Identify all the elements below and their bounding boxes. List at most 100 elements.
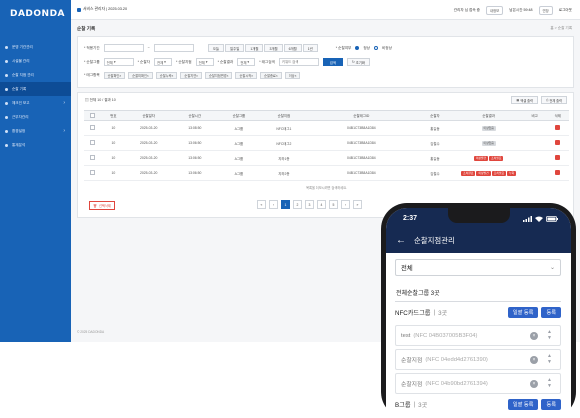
- row-checkbox[interactable]: [90, 170, 96, 175]
- row-checkbox[interactable]: [90, 155, 96, 160]
- sidebar-item-2[interactable]: 순찰 지점 관리: [0, 68, 71, 82]
- cell-no: 10: [101, 135, 126, 151]
- chip-close-icon[interactable]: ×: [119, 74, 121, 78]
- phone-group-select[interactable]: 전체 ⌄: [395, 259, 561, 276]
- reorder-icon[interactable]: ▲ ▼: [547, 353, 552, 365]
- page-button[interactable]: 4: [317, 200, 326, 209]
- bulk-delete-button[interactable]: 🗑 선택삭제: [89, 201, 115, 210]
- point-tag: (NFC 04edd4d2761390): [425, 356, 488, 363]
- sidebar-item-0[interactable]: 운영 기관관리: [0, 40, 71, 54]
- register-button-2[interactable]: 등록: [541, 399, 561, 410]
- page-button[interactable]: ›: [341, 200, 350, 209]
- table-row[interactable]: 10 2025-03-20 13:06:50 A그룹 지하2층 04B1C73B8A1D8…: [84, 165, 569, 181]
- tag-chip[interactable]: 순찰누락 ×: [155, 72, 178, 79]
- tag-chip[interactable]: 순찰시작 ×: [235, 72, 258, 79]
- quick-range-button[interactable]: 1년: [302, 44, 318, 52]
- reorder-icon[interactable]: ▲ ▼: [547, 329, 552, 341]
- phone-point-item[interactable]: test (NFC 04B037005B3F04) × ▲ ▼: [395, 325, 561, 346]
- date-from-input[interactable]: [103, 44, 144, 52]
- row-select-cell: [84, 150, 102, 166]
- table-header-cell: 순찰시간: [172, 110, 218, 121]
- register-button[interactable]: 등록: [541, 307, 561, 318]
- remove-icon[interactable]: ×: [530, 380, 538, 388]
- phone-group2-header: B그룹 | 3곳 일괄 등록 등록: [395, 399, 561, 410]
- tag-chip-label: 순찰누락: [159, 74, 172, 78]
- phone-point-item[interactable]: 순찰지점 (NFC 04edd4d2761390) × ▲ ▼: [395, 349, 561, 370]
- delete-icon[interactable]: [555, 170, 561, 175]
- sidebar-item-3[interactable]: 순찰 기록: [0, 82, 71, 96]
- table-row[interactable]: 10 2025-03-20 13:08:50 A그룹 NFC태그1 04B1C73B8A1…: [84, 120, 569, 136]
- group-select[interactable]: 전체 ▾: [103, 58, 134, 66]
- tag-chip[interactable]: 순찰미확인 ×: [128, 72, 153, 79]
- user-select[interactable]: 전체 ▾: [153, 58, 172, 66]
- page-button[interactable]: 3: [305, 200, 314, 209]
- page-button[interactable]: ‹: [269, 200, 278, 209]
- radio-abnormal[interactable]: [373, 46, 378, 50]
- row-checkbox[interactable]: [90, 125, 96, 130]
- search-input[interactable]: [278, 58, 319, 66]
- tag-chip[interactable]: 순찰확인 ×: [103, 72, 126, 79]
- chip-close-icon[interactable]: ×: [172, 74, 174, 78]
- chip-close-icon[interactable]: ×: [295, 74, 297, 78]
- quick-range-button[interactable]: 3개월: [264, 44, 283, 52]
- sidebar-item-5[interactable]: 근무자관리: [0, 110, 71, 124]
- delete-icon[interactable]: [555, 125, 561, 130]
- remove-icon[interactable]: ×: [530, 332, 538, 340]
- tag-chip[interactable]: 이상 ×: [284, 72, 301, 79]
- quick-range-button[interactable]: 1개월: [245, 44, 264, 52]
- delete-icon[interactable]: [555, 155, 561, 160]
- phone-app-bar: ← 순찰지점관리: [386, 228, 571, 253]
- quick-range-button[interactable]: 일주일: [224, 44, 245, 52]
- back-arrow-icon[interactable]: ←: [396, 235, 406, 246]
- radio-normal[interactable]: [355, 46, 360, 50]
- sidebar-item-6[interactable]: 환경설정 ›: [0, 124, 71, 138]
- table-row[interactable]: 10 2025-03-20 13:06:50 A그룹 NFC태그2 04B1C73B8A1…: [84, 135, 569, 151]
- chip-close-icon[interactable]: ×: [196, 74, 198, 78]
- table-row[interactable]: 10 2025-03-20 13:06:50 A그룹 지하1층 04B1C73B8A1D8…: [84, 150, 569, 166]
- chip-close-icon[interactable]: ×: [276, 74, 278, 78]
- bulk-register-button[interactable]: 일괄 등록: [507, 307, 539, 318]
- quick-range-button[interactable]: 오늘: [207, 44, 224, 52]
- phone-point-item[interactable]: 순찰지점 (NFC 04b90bd2761394) × ▲ ▼: [395, 373, 561, 394]
- excel-export-button[interactable]: ▦ 엑셀 출력: [511, 96, 538, 104]
- phone-notch: [448, 208, 510, 223]
- chip-close-icon[interactable]: ×: [227, 74, 229, 78]
- sidebar-item-4[interactable]: 체크인 보고 ›: [0, 96, 71, 110]
- extend-button[interactable]: 연장: [538, 6, 553, 15]
- page-button[interactable]: 2: [293, 200, 302, 209]
- remove-icon[interactable]: ×: [530, 356, 538, 364]
- delete-icon[interactable]: [555, 140, 561, 145]
- row-checkbox[interactable]: [90, 140, 96, 145]
- tag-chip[interactable]: 순찰종료 ×: [260, 72, 282, 79]
- page-button[interactable]: 5: [329, 200, 338, 209]
- bulk-register-button-2[interactable]: 일괄 등록: [507, 399, 539, 410]
- result-select[interactable]: 전체 ▾: [237, 58, 256, 66]
- reorder-icon[interactable]: ▲ ▼: [547, 377, 552, 389]
- point-select[interactable]: 전체 ▾: [195, 58, 214, 66]
- tag-chip-label: 순찰시작: [239, 74, 252, 78]
- quick-range-button[interactable]: 6개월: [283, 44, 302, 52]
- reset-button[interactable]: ↻ 초기화: [346, 58, 370, 66]
- chip-close-icon[interactable]: ×: [147, 74, 149, 78]
- date-to-input[interactable]: [153, 44, 194, 52]
- logout-button[interactable]: 로그아웃: [559, 8, 572, 13]
- page-button[interactable]: 1: [281, 200, 290, 209]
- page-title: 순찰 기록: [77, 26, 96, 31]
- sidebar-item-label: 통계분석: [12, 142, 26, 147]
- print-all-button[interactable]: ⎙ 전체 출력: [540, 96, 567, 104]
- user-info-button[interactable]: 내정보: [485, 6, 504, 15]
- page-button[interactable]: »: [353, 200, 362, 209]
- excel-export-label: 엑셀 출력: [520, 98, 533, 103]
- search-button[interactable]: 검색: [322, 58, 343, 66]
- chip-close-icon[interactable]: ×: [251, 74, 253, 78]
- tag-chip[interactable]: 순찰지연 ×: [180, 72, 202, 79]
- select-all-checkbox[interactable]: [90, 112, 96, 118]
- sidebar-item-1[interactable]: 시설물 관리: [0, 54, 71, 68]
- page-button[interactable]: «: [257, 200, 266, 209]
- cell-date: 2025-03-20: [125, 120, 173, 136]
- cell-point: NFC태그2: [260, 135, 308, 151]
- point-name: test: [401, 332, 411, 339]
- tag-chip[interactable]: 순찰지점변경 ×: [205, 72, 233, 79]
- sidebar-item-7[interactable]: 통계분석: [0, 138, 71, 152]
- app-logo[interactable]: DADONDA: [10, 9, 65, 19]
